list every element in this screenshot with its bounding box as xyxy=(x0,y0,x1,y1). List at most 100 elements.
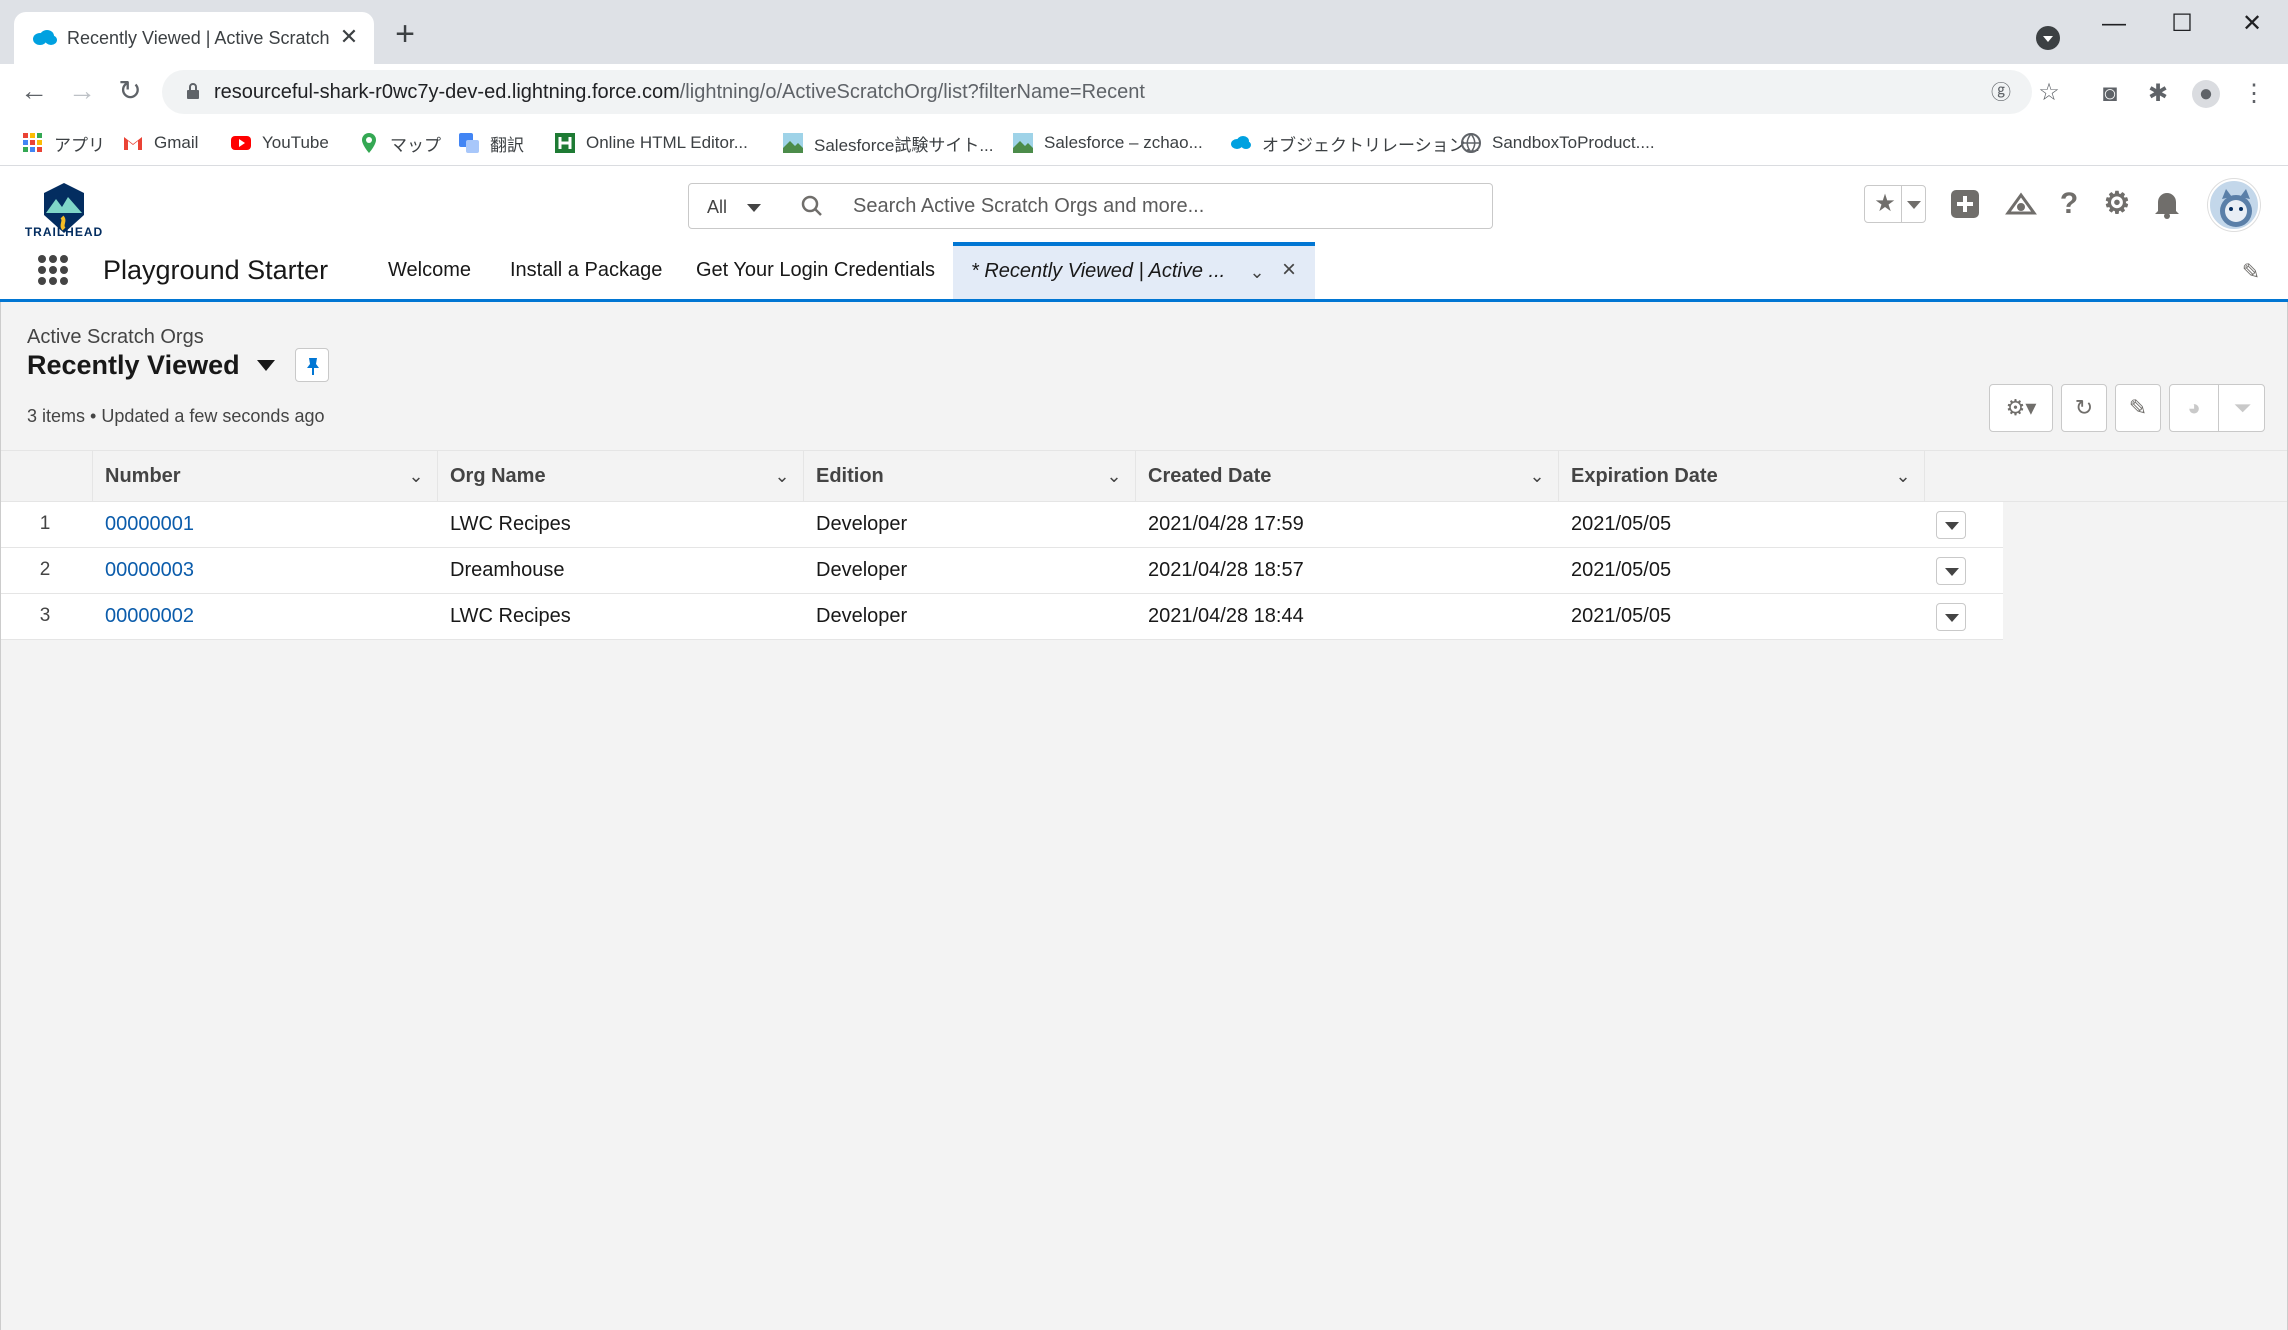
new-tab-button[interactable]: + xyxy=(390,17,420,51)
pin-list-view-button[interactable] xyxy=(295,348,329,382)
list-view-controls-button[interactable]: ⚙▾ xyxy=(1989,384,2053,432)
created-date-cell: 2021/04/28 18:44 xyxy=(1148,605,1304,627)
search-scope-dropdown[interactable]: All xyxy=(688,183,778,229)
bookmark-salesforce-zchao[interactable]: Salesforce – zchao... xyxy=(1012,128,1203,158)
back-icon[interactable]: ← xyxy=(18,76,50,108)
url-text: resourceful-shark-r0wc7y-dev-ed.lightnin… xyxy=(214,81,1145,104)
bookmark-label: Salesforce試験サイト... xyxy=(814,135,994,155)
trailhead-guidance-icon[interactable] xyxy=(2004,187,2038,221)
global-search-input[interactable] xyxy=(853,192,1453,220)
nav-tab-recently-viewed[interactable]: * Recently Viewed | Active ... ⌄ × xyxy=(953,242,1315,302)
translate-page-icon[interactable]: ⓖ xyxy=(1988,80,2014,106)
url-path: /lightning/o/ActiveScratchOrg/list?filte… xyxy=(679,81,1145,103)
bookmark-html-editor[interactable]: Online HTML Editor... xyxy=(554,128,748,158)
chevron-down-icon[interactable]: ⌄ xyxy=(771,465,793,487)
bookmark-label: 翻訳 xyxy=(490,135,524,155)
favorites-button[interactable]: ★ xyxy=(1864,185,1926,223)
apps-grid-icon xyxy=(23,133,42,152)
edit-nav-pencil-icon[interactable]: ✎ xyxy=(2238,259,2264,285)
list-view-picker-icon[interactable] xyxy=(257,360,275,371)
column-header-org-name[interactable]: Org Name ⌄ xyxy=(438,451,804,501)
record-number-link[interactable]: 00000003 xyxy=(105,559,194,582)
global-actions-plus-icon[interactable] xyxy=(1948,187,1982,221)
bookmark-label: Gmail xyxy=(154,133,199,152)
bookmarks-bar: アプリ Gmail YouTube マップ 翻訳 Online HTML Edi… xyxy=(0,120,2288,166)
column-header-number[interactable]: Number ⌄ xyxy=(93,451,438,501)
bookmark-youtube[interactable]: YouTube xyxy=(230,128,329,158)
tab-search-icon[interactable] xyxy=(2036,26,2060,50)
bookmark-label: オブジェクトリレーション... xyxy=(1262,135,1480,155)
expiration-date-cell: 2021/05/05 xyxy=(1571,559,1672,581)
column-header-edition[interactable]: Edition ⌄ xyxy=(804,451,1136,501)
column-label: Number xyxy=(105,465,181,487)
bookmark-salesforce-exam[interactable]: Salesforce試験サイト... xyxy=(782,128,994,158)
nav-tab-login-credentials[interactable]: Get Your Login Credentials xyxy=(696,259,935,282)
list-view-title[interactable]: Recently Viewed xyxy=(27,350,240,381)
extensions-puzzle-icon[interactable]: ✱ xyxy=(2144,80,2172,108)
app-launcher-icon[interactable] xyxy=(38,255,68,285)
chevron-down-icon[interactable]: ⌄ xyxy=(1245,260,1269,284)
browser-toolbar: ← → ↻ resourceful-shark-r0wc7y-dev-ed.li… xyxy=(0,64,2288,120)
column-label: Org Name xyxy=(450,465,546,487)
trailhead-logo-text: TRAILHEAD xyxy=(24,225,104,239)
record-number-link[interactable]: 00000001 xyxy=(105,513,194,536)
column-header-created-date[interactable]: Created Date ⌄ xyxy=(1136,451,1559,501)
browser-menu-icon[interactable]: ⋮ xyxy=(2240,80,2268,108)
close-window-icon[interactable]: ✕ xyxy=(2232,8,2272,40)
column-header-expiration-date[interactable]: Expiration Date ⌄ xyxy=(1559,451,1925,501)
user-avatar[interactable] xyxy=(2208,179,2260,231)
row-actions-button[interactable] xyxy=(1936,557,1966,585)
expiration-date-cell: 2021/05/05 xyxy=(1571,513,1672,535)
nav-tab-install-package[interactable]: Install a Package xyxy=(510,259,662,282)
edition-cell: Developer xyxy=(816,605,908,627)
chevron-down-icon[interactable]: ⌄ xyxy=(1526,465,1548,487)
browser-tab-strip: Recently Viewed | Active Scratch ✕ + — ☐… xyxy=(0,0,2288,64)
bookmark-object-relation[interactable]: オブジェクトリレーション... xyxy=(1230,128,1480,158)
record-number-link[interactable]: 00000002 xyxy=(105,605,194,628)
close-tab-icon[interactable]: × xyxy=(1277,258,1301,282)
forward-icon[interactable]: → xyxy=(66,76,98,108)
notifications-bell-icon[interactable] xyxy=(2150,187,2184,221)
maps-icon xyxy=(362,133,376,153)
chevron-down-icon[interactable] xyxy=(1907,201,1921,209)
address-bar[interactable]: resourceful-shark-r0wc7y-dev-ed.lightnin… xyxy=(162,70,2032,114)
gear-icon: ⚙▾ xyxy=(2005,395,2037,420)
profile-icon[interactable]: ● xyxy=(2192,80,2220,108)
minimize-icon[interactable]: — xyxy=(2094,8,2134,40)
maximize-icon[interactable]: ☐ xyxy=(2162,8,2202,40)
pencil-icon: ✎ xyxy=(2128,395,2148,420)
chevron-down-icon[interactable]: ⌄ xyxy=(405,465,427,487)
bookmark-sandbox[interactable]: SandboxToProduct.... xyxy=(1460,128,1655,158)
favorites-divider xyxy=(1901,186,1902,222)
global-search[interactable] xyxy=(777,183,1493,229)
camera-extension-icon[interactable]: ◙ xyxy=(2096,80,2124,108)
reload-icon[interactable]: ↻ xyxy=(114,76,146,108)
nav-tab-welcome[interactable]: Welcome xyxy=(388,259,471,282)
nav-tab-label: * Recently Viewed | Active ... xyxy=(971,260,1226,282)
list-item-count: 3 items • Updated a few seconds ago xyxy=(27,406,325,426)
bookmark-label: Salesforce – zchao... xyxy=(1044,133,1203,152)
refresh-button[interactable]: ↻ xyxy=(2061,384,2107,432)
chart-icon[interactable]: ◕ xyxy=(2170,385,2218,431)
row-actions-button[interactable] xyxy=(1936,603,1966,631)
bookmark-maps[interactable]: マップ xyxy=(358,128,441,158)
filter-icon[interactable]: ⏷ xyxy=(2218,385,2266,431)
bookmark-gmail[interactable]: Gmail xyxy=(122,128,198,158)
bookmark-translate[interactable]: 翻訳 xyxy=(458,128,524,158)
help-icon[interactable]: ? xyxy=(2052,187,2086,221)
inline-edit-button[interactable]: ✎ xyxy=(2115,384,2161,432)
object-label: Active Scratch Orgs xyxy=(27,326,204,348)
chevron-down-icon[interactable]: ⌄ xyxy=(1103,465,1125,487)
bookmark-apps[interactable]: アプリ xyxy=(22,128,105,158)
salesforce-cloud-icon xyxy=(1231,136,1251,149)
setup-gear-icon[interactable]: ⚙ xyxy=(2100,187,2134,221)
salesforce-cloud-icon xyxy=(33,30,57,45)
org-name-cell: LWC Recipes xyxy=(450,513,571,535)
bookmark-star-icon[interactable]: ☆ xyxy=(2036,80,2062,106)
browser-tab[interactable]: Recently Viewed | Active Scratch ✕ xyxy=(14,12,374,64)
row-actions-button[interactable] xyxy=(1936,511,1966,539)
translate-icon xyxy=(459,133,479,153)
chevron-down-icon[interactable]: ⌄ xyxy=(1892,465,1914,487)
expiration-date-cell: 2021/05/05 xyxy=(1571,605,1672,627)
close-tab-icon[interactable]: ✕ xyxy=(336,24,362,50)
